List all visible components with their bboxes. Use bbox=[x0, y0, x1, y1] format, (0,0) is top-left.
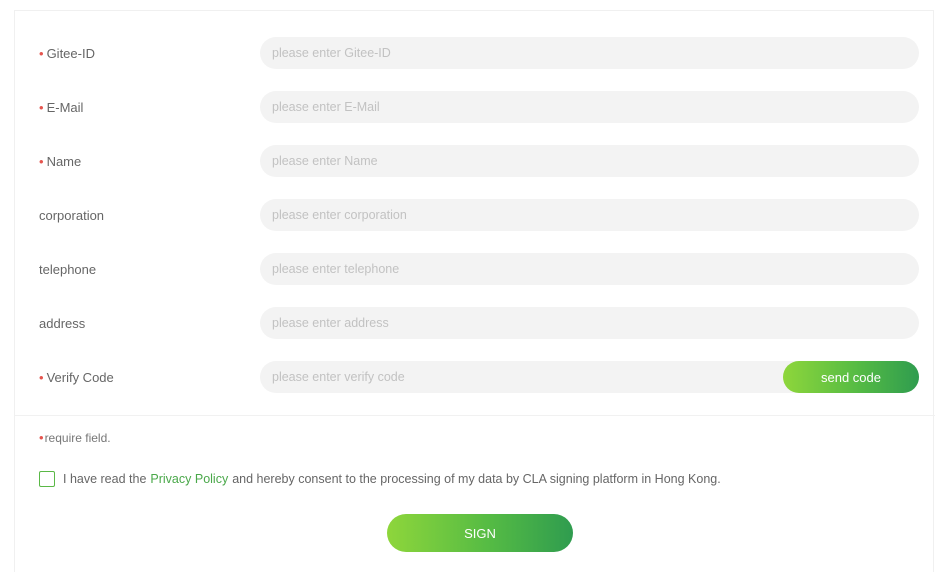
gitee-id-input[interactable] bbox=[260, 37, 919, 69]
cla-sign-form: •Gitee-ID •E-Mail •Name corporation tele… bbox=[14, 10, 935, 572]
consent-text-before: I have read the bbox=[63, 472, 147, 486]
field-row-verify-code: •Verify Code send code bbox=[15, 361, 935, 395]
field-row-email: • E-Mail bbox=[15, 91, 935, 125]
required-marker: • bbox=[39, 154, 44, 169]
field-label-telephone: telephone bbox=[39, 262, 97, 277]
email-input[interactable] bbox=[260, 91, 919, 123]
privacy-consent: I have read the Privacy Policy and hereb… bbox=[39, 468, 721, 490]
consent-checkbox[interactable] bbox=[39, 471, 55, 487]
field-label-email: • E-Mail bbox=[39, 91, 83, 125]
require-note-text: require field. bbox=[44, 431, 111, 445]
required-marker: • bbox=[39, 430, 44, 445]
field-label-address: address bbox=[39, 316, 86, 331]
sign-button[interactable]: SIGN bbox=[387, 514, 573, 552]
field-label-text: E-Mail bbox=[46, 100, 84, 115]
field-row-telephone: telephone bbox=[15, 253, 935, 287]
require-field-note: •require field. bbox=[39, 427, 111, 449]
required-marker: • bbox=[39, 100, 44, 115]
name-input[interactable] bbox=[260, 145, 919, 177]
field-label-text: Verify Code bbox=[46, 370, 114, 385]
corporation-input[interactable] bbox=[260, 199, 919, 231]
field-label-text: Name bbox=[46, 154, 82, 169]
form-divider bbox=[15, 415, 935, 416]
send-code-button[interactable]: send code bbox=[783, 361, 919, 393]
required-marker: • bbox=[39, 370, 44, 385]
field-row-name: • Name bbox=[15, 145, 935, 179]
address-input[interactable] bbox=[260, 307, 919, 339]
field-label-verify-code: • Verify Code bbox=[39, 361, 114, 395]
consent-text-after: and hereby consent to the processing of … bbox=[232, 472, 721, 486]
field-row-corporation: corporation bbox=[15, 199, 935, 233]
field-label-name: • Name bbox=[39, 145, 81, 179]
field-label-corporation: corporation bbox=[39, 208, 105, 223]
privacy-policy-link[interactable]: Privacy Policy bbox=[150, 472, 228, 486]
telephone-input[interactable] bbox=[260, 253, 919, 285]
field-label-text: Gitee-ID bbox=[46, 46, 95, 61]
field-row-address: address bbox=[15, 307, 935, 341]
field-row-gitee-id: • Gitee-ID bbox=[15, 37, 935, 71]
required-marker: • bbox=[39, 46, 44, 61]
field-label-gitee-id: • Gitee-ID bbox=[39, 37, 95, 71]
